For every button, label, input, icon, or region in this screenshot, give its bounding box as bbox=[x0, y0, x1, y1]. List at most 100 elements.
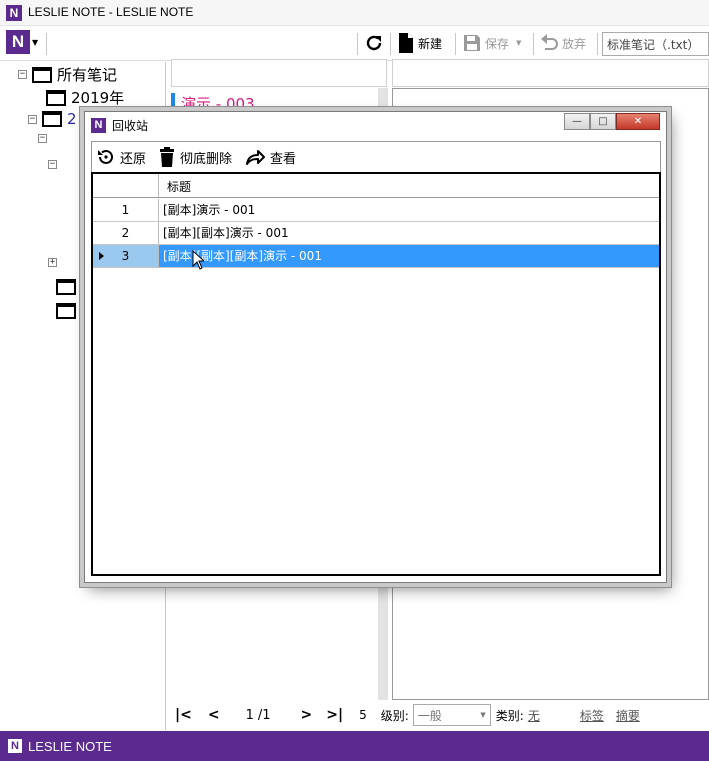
tags-link[interactable]: 标签 bbox=[580, 707, 604, 724]
row-number-cell: 3 bbox=[93, 245, 159, 267]
collapse-icon[interactable]: − bbox=[28, 114, 37, 124]
delete-forever-button[interactable]: 彻底删除 bbox=[158, 147, 232, 167]
grid-header: 标题 bbox=[93, 174, 659, 198]
share-arrow-icon bbox=[246, 150, 266, 165]
row-number: 1 bbox=[93, 199, 159, 221]
window-titlebar: N LESLIE NOTE - LESLIE NOTE bbox=[0, 0, 709, 26]
minimize-button[interactable]: — bbox=[564, 113, 590, 130]
row-number: 3 bbox=[121, 249, 130, 263]
dialog-toolbar: 还原 彻底删除 查看 bbox=[91, 141, 661, 172]
status-bar: N LESLIE NOTE bbox=[0, 731, 709, 761]
category-value[interactable]: 无 bbox=[528, 707, 540, 724]
folder-icon bbox=[32, 66, 52, 83]
refresh-icon bbox=[366, 35, 382, 51]
folder-icon bbox=[56, 279, 76, 295]
trash-icon bbox=[160, 147, 175, 167]
new-button[interactable]: 新建 bbox=[397, 32, 442, 54]
view-button[interactable]: 查看 bbox=[244, 147, 296, 167]
dialog-title: 回收站 bbox=[112, 118, 149, 133]
tree-item[interactable] bbox=[56, 303, 76, 319]
folder-icon bbox=[56, 303, 76, 319]
save-icon bbox=[464, 35, 480, 51]
note-type-select[interactable]: 标准笔记（.txt） bbox=[602, 32, 709, 56]
chevron-down-icon: ▼ bbox=[32, 37, 39, 47]
restore-label: 还原 bbox=[120, 151, 147, 167]
undo-icon bbox=[541, 34, 558, 50]
chevron-down-icon: ▼ bbox=[480, 711, 486, 719]
note-search-input[interactable] bbox=[171, 59, 387, 87]
table-row[interactable]: 2 [副本][副本]演示 - 001 bbox=[93, 222, 659, 245]
collapse-icon[interactable]: − bbox=[18, 70, 27, 79]
new-file-icon bbox=[399, 33, 413, 53]
status-brand: LESLIE NOTE bbox=[28, 738, 112, 754]
restore-button[interactable]: 还原 bbox=[96, 147, 146, 167]
collapse-icon[interactable]: − bbox=[48, 160, 57, 169]
table-row-selected[interactable]: 3 [副本][副本][副本]演示 - 001 bbox=[93, 245, 659, 268]
delete-forever-label: 彻底删除 bbox=[180, 151, 233, 167]
page-current[interactable]: 1 bbox=[246, 708, 254, 723]
tree-item[interactable]: − bbox=[48, 160, 57, 169]
tree-item[interactable]: + bbox=[48, 258, 57, 267]
row-title: [副本]演示 - 001 bbox=[163, 203, 256, 217]
divider bbox=[533, 33, 534, 55]
tree-item-2[interactable]: − 2 bbox=[28, 110, 77, 128]
close-button[interactable]: ✕ bbox=[616, 113, 660, 130]
divider bbox=[46, 33, 47, 55]
level-label: 级别: bbox=[380, 708, 409, 723]
maximize-button[interactable]: □ bbox=[590, 113, 616, 130]
restore-icon bbox=[98, 149, 113, 164]
prev-page-icon[interactable]: < bbox=[208, 707, 220, 723]
divider bbox=[390, 33, 391, 55]
item-count: 5 bbox=[359, 708, 367, 722]
save-button[interactable]: 保存 ▼ bbox=[462, 33, 521, 53]
expand-icon[interactable]: + bbox=[48, 258, 57, 267]
editor-title-input[interactable] bbox=[392, 59, 709, 87]
app-logo-icon: N bbox=[6, 5, 22, 21]
recycle-grid: 标题 1 [副本]演示 - 001 2 [副本][副本]演示 - 001 3 [… bbox=[91, 172, 661, 576]
app-logo-icon: N bbox=[91, 117, 106, 133]
grid-corner bbox=[93, 174, 159, 197]
folder-icon bbox=[42, 111, 62, 127]
column-header-title[interactable]: 标题 bbox=[159, 174, 199, 197]
recycle-bin-dialog: N 回收站 — □ ✕ 还原 彻底删除 查看 标题 1 [副本]演示 - 001 bbox=[84, 111, 667, 583]
window-controls: — □ ✕ bbox=[564, 113, 660, 130]
selection-marker bbox=[171, 93, 175, 113]
row-title: [副本][副本][副本]演示 - 001 bbox=[159, 245, 659, 267]
save-label: 保存 bbox=[485, 36, 510, 51]
divider bbox=[455, 33, 456, 55]
discard-label: 放弃 bbox=[562, 36, 587, 51]
level-value: 一般 bbox=[417, 708, 442, 723]
level-select[interactable]: 一般 ▼ bbox=[412, 704, 491, 726]
refresh-button[interactable] bbox=[364, 33, 384, 53]
window-title: LESLIE NOTE - LESLIE NOTE bbox=[28, 5, 194, 19]
tree-root[interactable]: − 所有笔记 bbox=[18, 64, 117, 85]
table-row[interactable]: 1 [副本]演示 - 001 bbox=[93, 199, 659, 222]
discard-button[interactable]: 放弃 bbox=[539, 33, 586, 53]
page-total: /1 bbox=[257, 707, 271, 723]
chevron-down-icon: ▼ bbox=[516, 39, 522, 47]
tree-item[interactable] bbox=[56, 279, 76, 295]
tree-root-label: 所有笔记 bbox=[57, 66, 118, 84]
mouse-cursor-icon bbox=[192, 250, 204, 270]
folder-icon bbox=[46, 89, 66, 106]
pager-bar: |< < 1 /1 > >| 5 级别: 一般 ▼ 类别: 无 标签 摘要 bbox=[167, 700, 709, 730]
tree-item[interactable]: − bbox=[38, 134, 47, 143]
summary-link[interactable]: 摘要 bbox=[616, 707, 640, 724]
tree-item-label: 2019年 bbox=[71, 89, 125, 107]
divider bbox=[357, 33, 358, 55]
collapse-icon[interactable]: − bbox=[38, 134, 47, 143]
divider bbox=[597, 33, 598, 55]
view-label: 查看 bbox=[270, 151, 297, 167]
next-page-icon[interactable]: > bbox=[301, 707, 313, 723]
last-page-icon[interactable]: >| bbox=[326, 707, 343, 723]
app-logo-icon: N bbox=[8, 739, 22, 753]
row-number: 2 bbox=[93, 222, 159, 244]
category-label: 类别: bbox=[495, 708, 524, 723]
app-menu-button[interactable]: N ▼ bbox=[6, 30, 38, 54]
new-label: 新建 bbox=[418, 36, 443, 51]
tree-item-2019[interactable]: 2019年 bbox=[46, 87, 124, 108]
row-title: [副本][副本]演示 - 001 bbox=[163, 226, 289, 240]
current-row-icon bbox=[99, 252, 104, 260]
first-page-icon[interactable]: |< bbox=[175, 707, 192, 723]
app-logo-icon: N bbox=[6, 30, 30, 54]
